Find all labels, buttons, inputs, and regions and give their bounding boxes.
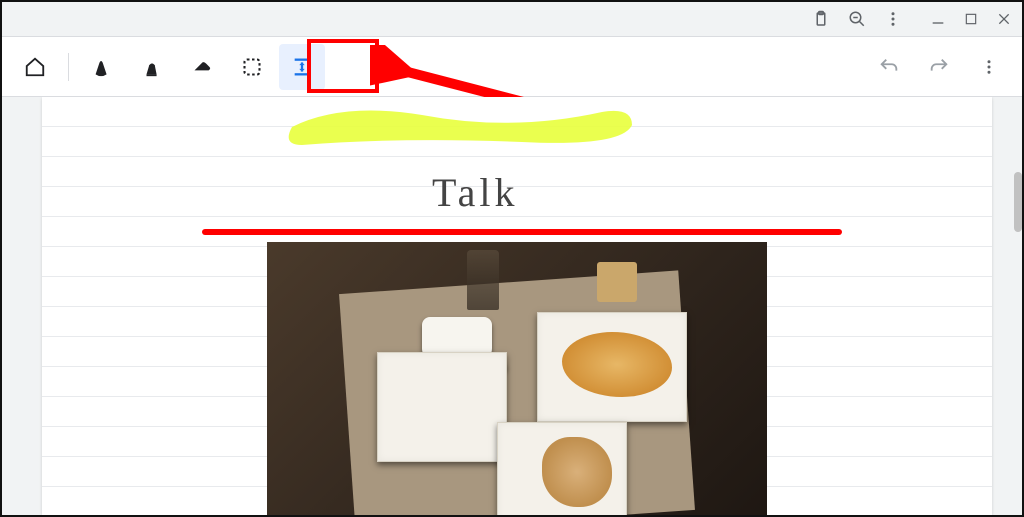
yellow-highlight-stroke [282, 97, 642, 149]
inserted-image[interactable] [267, 242, 767, 515]
handwriting-text: Talk [432, 169, 519, 216]
close-icon[interactable] [996, 11, 1012, 27]
toolbar-divider [68, 53, 69, 81]
more-vert-icon[interactable] [884, 10, 902, 28]
eraser-button[interactable] [179, 44, 225, 90]
red-underline [202, 229, 842, 235]
minimize-icon[interactable] [930, 11, 946, 27]
system-bar [2, 2, 1022, 37]
pen-button[interactable] [79, 44, 125, 90]
home-button[interactable] [12, 44, 58, 90]
undo-button[interactable] [866, 44, 912, 90]
toolbar [2, 37, 1022, 97]
canvas-area: Talk [2, 97, 1022, 515]
maximize-icon[interactable] [964, 12, 978, 26]
expand-button[interactable] [279, 44, 325, 90]
more-button[interactable] [966, 44, 1012, 90]
highlighter-button[interactable] [129, 44, 175, 90]
image-content [267, 242, 767, 515]
select-button[interactable] [229, 44, 275, 90]
zoom-out-icon[interactable] [848, 10, 866, 28]
clipboard-icon[interactable] [812, 10, 830, 28]
note-page[interactable]: Talk [42, 97, 992, 515]
redo-button[interactable] [916, 44, 962, 90]
scrollbar-thumb[interactable] [1014, 172, 1022, 232]
